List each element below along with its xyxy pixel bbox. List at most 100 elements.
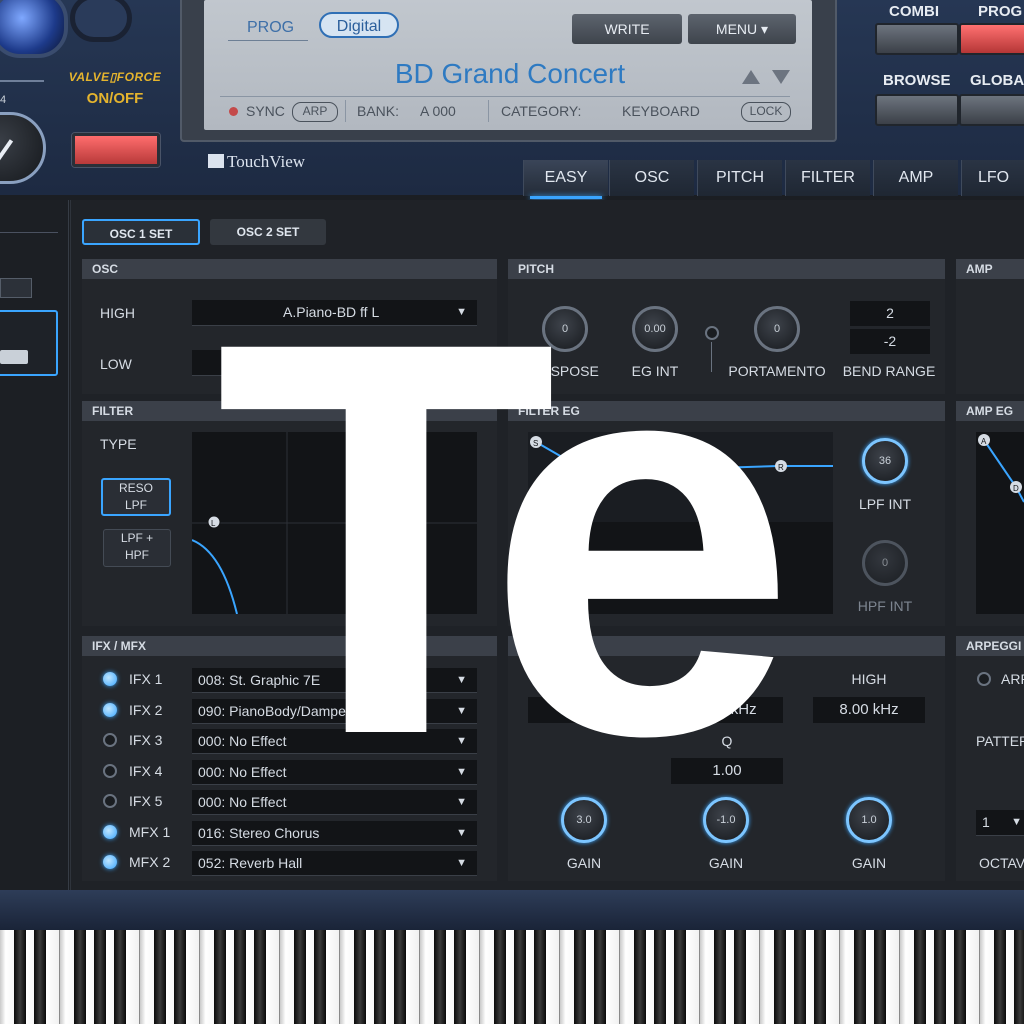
black-key[interactable] — [214, 930, 226, 1024]
menu-button[interactable]: MENU ▾ — [688, 14, 796, 44]
black-key[interactable] — [994, 930, 1006, 1024]
tab-easy[interactable]: EASY — [523, 160, 608, 196]
divider — [68, 200, 69, 890]
black-key[interactable] — [734, 930, 746, 1024]
tab-lfo[interactable]: LFO — [961, 160, 1024, 196]
browse-mode-label: BROWSE — [883, 72, 951, 89]
black-key[interactable] — [394, 930, 406, 1024]
black-key[interactable] — [814, 930, 826, 1024]
bank-label: BANK: — [357, 103, 400, 119]
black-key[interactable] — [14, 930, 26, 1024]
tube-ring-icon — [70, 0, 132, 42]
filter-type-lpf-hpf[interactable]: LPF + HPF — [103, 529, 171, 567]
black-key[interactable] — [94, 930, 106, 1024]
filter-eg-r-marker: R — [778, 463, 784, 472]
black-key[interactable] — [154, 930, 166, 1024]
left-selected-box[interactable] — [0, 310, 58, 376]
black-key[interactable] — [454, 930, 466, 1024]
fx-slot-label: IFX 3 — [129, 732, 163, 748]
fx-select[interactable]: 052: Reverb Hall ▼ — [192, 851, 477, 876]
fx-slot-label: MFX 2 — [129, 854, 171, 870]
browse-mode-button[interactable] — [875, 94, 959, 126]
global-mode-button[interactable] — [959, 94, 1024, 126]
black-key[interactable] — [374, 930, 386, 1024]
arp-label: ARP — [1001, 671, 1024, 687]
filter-type-label: TYPE — [100, 436, 137, 452]
black-key[interactable] — [1014, 930, 1024, 1024]
valve-tube-icon — [0, 0, 68, 58]
tab-osc[interactable]: OSC — [609, 160, 694, 196]
knob-value: 4 — [0, 94, 7, 106]
black-key[interactable] — [494, 930, 506, 1024]
tab-pitch[interactable]: PITCH — [697, 160, 782, 196]
combi-mode-button[interactable] — [875, 23, 959, 55]
fx-enable-switch[interactable] — [103, 702, 117, 717]
black-key[interactable] — [174, 930, 186, 1024]
arp-switch[interactable] — [977, 672, 991, 686]
fx-enable-switch[interactable] — [103, 855, 117, 869]
valve-force-toggle-button[interactable] — [72, 133, 160, 167]
bend-range-up[interactable]: 2 — [850, 301, 930, 326]
program-up-arrow-icon[interactable] — [742, 70, 760, 84]
tab-osc1-set[interactable]: OSC 1 SET — [82, 219, 200, 245]
write-button[interactable]: WRITE — [572, 14, 682, 44]
divider — [0, 80, 44, 82]
fx-slot-label: IFX 1 — [129, 671, 163, 687]
black-key[interactable] — [114, 930, 126, 1024]
tab-amp[interactable]: AMP — [873, 160, 958, 196]
black-key[interactable] — [354, 930, 366, 1024]
black-key[interactable] — [634, 930, 646, 1024]
black-key[interactable] — [514, 930, 526, 1024]
fx-slot-label: IFX 5 — [129, 793, 163, 809]
octave-label: OCTAV — [979, 855, 1024, 871]
black-key[interactable] — [654, 930, 666, 1024]
black-key[interactable] — [534, 930, 546, 1024]
black-key[interactable] — [934, 930, 946, 1024]
sync-led-icon — [229, 107, 238, 116]
prog-mode-button[interactable] — [959, 23, 1024, 55]
black-key[interactable] — [794, 930, 806, 1024]
arp-sync-pill[interactable]: ARP — [292, 102, 338, 122]
program-down-arrow-icon[interactable] — [772, 70, 790, 84]
black-key[interactable] — [714, 930, 726, 1024]
fx-enable-switch[interactable] — [103, 763, 117, 778]
osc-low-label: LOW — [100, 356, 132, 372]
lpf-int-knob[interactable]: 36 — [862, 438, 908, 484]
black-key[interactable] — [914, 930, 926, 1024]
black-key[interactable] — [874, 930, 886, 1024]
fx-enable-switch[interactable] — [103, 824, 117, 839]
black-key[interactable] — [434, 930, 446, 1024]
tab-filter[interactable]: FILTER — [785, 160, 870, 196]
black-key[interactable] — [674, 930, 686, 1024]
black-key[interactable] — [254, 930, 266, 1024]
black-key[interactable] — [234, 930, 246, 1024]
octave-select[interactable]: 1 ▼ — [976, 810, 1024, 836]
program-name[interactable]: BD Grand Concert — [300, 58, 720, 90]
black-key[interactable] — [854, 930, 866, 1024]
black-key[interactable] — [954, 930, 966, 1024]
hpf-int-knob[interactable]: 0 — [862, 540, 908, 586]
bend-range-down[interactable]: -2 — [850, 329, 930, 354]
fx-enable-switch[interactable] — [103, 672, 117, 686]
fx-slot-label: IFX 2 — [129, 701, 163, 718]
amp-eg-graph[interactable]: A D — [976, 432, 1024, 614]
black-key[interactable] — [74, 930, 86, 1024]
black-key[interactable] — [314, 930, 326, 1024]
black-key[interactable] — [574, 930, 586, 1024]
eq-high-freq[interactable]: 8.00 kHz — [813, 697, 925, 723]
black-key[interactable] — [34, 930, 46, 1024]
left-slider-handle[interactable] — [0, 350, 28, 364]
valve-force-onoff-label: ON/OFF — [86, 90, 144, 107]
eq-high-label: HIGH — [851, 671, 887, 687]
eq-high-gain-knob[interactable]: 1.0 — [846, 797, 892, 843]
lock-pill[interactable]: LOCK — [741, 102, 791, 122]
left-field[interactable] — [0, 278, 32, 298]
filter-type-reso-lpf[interactable]: RESO LPF — [101, 478, 171, 516]
black-key[interactable] — [594, 930, 606, 1024]
program-type-pill[interactable]: Digital — [319, 12, 399, 38]
black-key[interactable] — [294, 930, 306, 1024]
fx-enable-switch[interactable] — [103, 794, 117, 808]
black-key[interactable] — [774, 930, 786, 1024]
fx-enable-switch[interactable] — [103, 733, 117, 747]
prog-mode-label: PROG — [247, 19, 295, 36]
